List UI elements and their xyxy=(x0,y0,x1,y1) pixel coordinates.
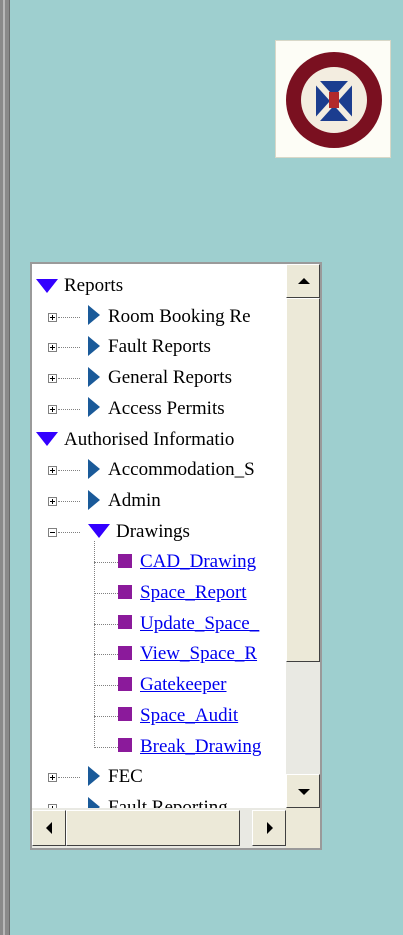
collapsed-folder-icon xyxy=(88,458,100,479)
tree-item-label: Gatekeeper xyxy=(140,674,227,696)
tree-connector xyxy=(58,408,80,410)
expand-box-icon[interactable] xyxy=(48,466,57,476)
tree-item-label: General Reports xyxy=(108,367,232,389)
tree-item-label: Admin xyxy=(108,489,161,511)
expanded-folder-icon xyxy=(36,432,58,447)
tree-link-item[interactable]: Space_Report xyxy=(118,578,247,608)
tree-item-label: Fault Reporting xyxy=(108,796,228,808)
tree-item-label: CAD_Drawing xyxy=(140,551,257,573)
expanded-folder-icon xyxy=(88,524,110,539)
tree-connector xyxy=(94,593,118,594)
vertical-scrollbar[interactable] xyxy=(286,264,320,808)
university-logo xyxy=(275,40,391,158)
tree-folder-item[interactable]: Fault Reporting xyxy=(88,793,228,808)
tree-view: Reports Room Booking Re Fault Reports Gener… xyxy=(32,264,286,808)
window-edge xyxy=(0,0,10,935)
tree-connector xyxy=(58,777,80,779)
collapsed-folder-icon xyxy=(88,796,100,808)
expand-box-icon[interactable] xyxy=(48,404,57,414)
tree-folder-item[interactable]: General Reports xyxy=(88,363,232,393)
tree-link-item[interactable]: CAD_Drawing xyxy=(118,547,256,577)
collapsed-folder-icon xyxy=(88,489,100,510)
expand-box-icon[interactable] xyxy=(48,374,57,384)
tree-link-item[interactable]: Space_Audit xyxy=(118,701,238,731)
tree-item-label: Space_Audit xyxy=(140,704,239,726)
tree-connector xyxy=(94,540,95,747)
arrow-right-icon xyxy=(267,822,273,834)
tree-connector xyxy=(94,654,118,656)
scrollbar-corner xyxy=(286,808,320,848)
tree-item-label: Reports xyxy=(64,275,124,296)
page-icon xyxy=(118,646,132,661)
page-icon xyxy=(118,676,132,691)
tree-connector xyxy=(58,378,80,380)
tree-folder-item[interactable]: Admin xyxy=(88,486,161,516)
scroll-right-button[interactable] xyxy=(252,810,286,846)
tree-connector xyxy=(94,715,118,717)
page-icon xyxy=(118,553,132,568)
tree-folder-item[interactable]: Authorised Informatio xyxy=(36,425,234,455)
scroll-up-button[interactable] xyxy=(286,264,320,298)
tree-link-item[interactable]: Update_Space_ xyxy=(118,609,259,639)
tree-folder-item[interactable]: Access Permits xyxy=(88,394,225,424)
tree-item-label: View_Space_R xyxy=(140,643,258,665)
page-icon xyxy=(118,707,132,722)
collapsed-folder-icon xyxy=(88,336,100,357)
collapse-box-icon[interactable] xyxy=(48,527,57,537)
tree-connector xyxy=(58,316,80,318)
tree-connector xyxy=(94,685,118,687)
horizontal-scrollbar[interactable] xyxy=(32,808,286,848)
tree-connector xyxy=(58,470,80,472)
tree-connector xyxy=(94,562,118,564)
page-icon xyxy=(118,584,132,599)
page-icon xyxy=(118,738,132,753)
scroll-down-button[interactable] xyxy=(286,774,320,808)
tree-folder-item[interactable]: Drawings xyxy=(88,517,190,547)
tree-link-item[interactable]: View_Space_R xyxy=(118,639,257,669)
tree-connector xyxy=(58,347,80,349)
tree-item-label: Room Booking Re xyxy=(108,305,251,327)
tree-item-label: Drawings xyxy=(116,520,190,542)
arrow-up-icon xyxy=(298,278,310,284)
tree-item-label: Space_Report xyxy=(140,582,247,603)
scroll-left-button[interactable] xyxy=(32,810,66,846)
tree-item-label: Update_Space_ xyxy=(140,612,260,634)
collapsed-folder-icon xyxy=(88,397,100,418)
collapsed-folder-icon xyxy=(88,765,100,786)
collapsed-folder-icon xyxy=(88,366,100,387)
tree-item-label: Access Permits xyxy=(108,397,225,419)
tree-folder-item[interactable]: Room Booking Re xyxy=(88,302,251,332)
tree-connector xyxy=(94,746,118,748)
tree-folder-item[interactable]: FEC xyxy=(88,762,143,792)
tree-item-label: FEC xyxy=(108,766,143,788)
scroll-thumb-vertical[interactable] xyxy=(286,298,320,662)
tree-folder-item[interactable]: Accommodation_S xyxy=(88,455,255,485)
navigation-tree-panel: Reports Room Booking Re Fault Reports Gener… xyxy=(30,262,322,850)
page-icon xyxy=(118,615,132,630)
tree-connector xyxy=(58,531,80,533)
tree-link-item[interactable]: Gatekeeper xyxy=(118,670,227,700)
tree-folder-item[interactable]: Reports xyxy=(36,271,123,301)
tree-connector xyxy=(58,500,80,502)
expanded-folder-icon xyxy=(36,278,58,293)
arrow-down-icon xyxy=(298,789,310,795)
expand-box-icon[interactable] xyxy=(48,496,57,506)
expand-box-icon[interactable] xyxy=(48,343,57,353)
arrow-left-icon xyxy=(46,822,52,834)
tree-connector xyxy=(94,623,118,625)
expand-box-icon[interactable] xyxy=(48,773,57,783)
tree-item-label: Authorised Informatio xyxy=(64,428,235,450)
tree-folder-item[interactable]: Fault Reports xyxy=(88,332,211,362)
scroll-thumb-horizontal[interactable] xyxy=(66,810,240,846)
tree-item-label: Break_Drawing xyxy=(140,735,262,757)
tree-item-label: Fault Reports xyxy=(108,336,211,358)
collapsed-folder-icon xyxy=(88,305,100,326)
tree-item-label: Accommodation_S xyxy=(108,459,255,481)
tree-link-item[interactable]: Break_Drawing xyxy=(118,732,261,762)
expand-box-icon[interactable] xyxy=(48,312,57,322)
